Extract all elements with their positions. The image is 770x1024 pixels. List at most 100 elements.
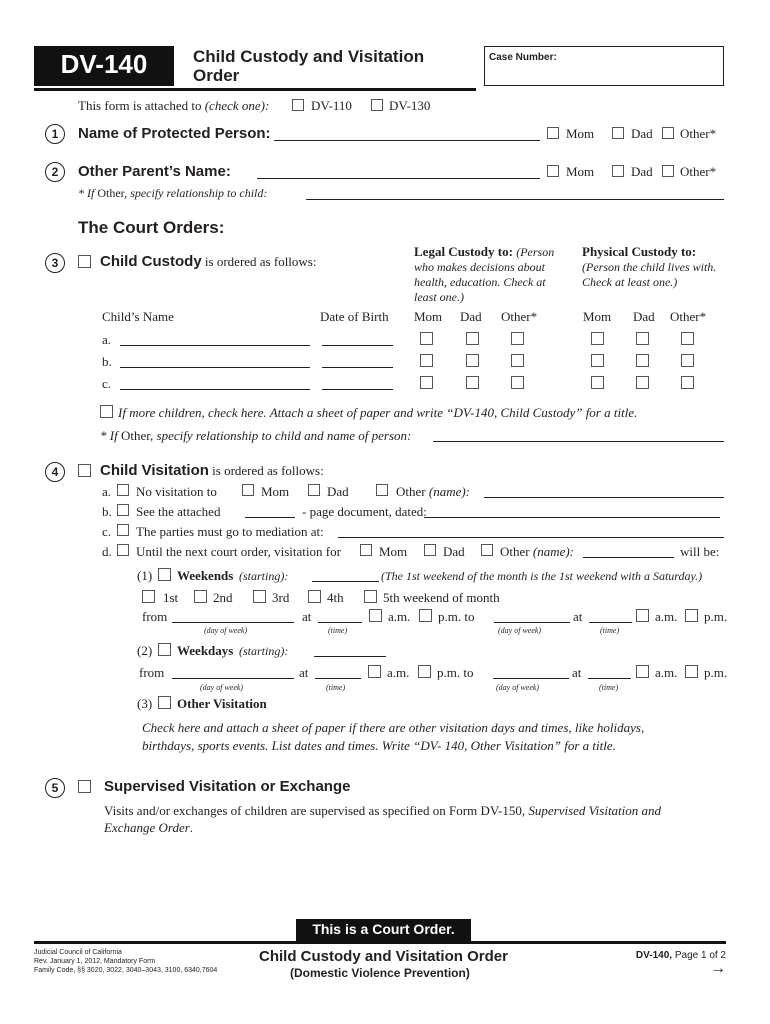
- legal-mom-checkbox[interactable]: [420, 376, 433, 389]
- from-pm-checkbox[interactable]: [419, 609, 432, 622]
- physical-dad-checkbox[interactable]: [636, 376, 649, 389]
- item1-mom-checkbox[interactable]: [547, 127, 559, 139]
- from-am-checkbox[interactable]: [369, 609, 382, 622]
- physical-mom-checkbox[interactable]: [591, 332, 604, 345]
- item3-relationship-input[interactable]: [433, 441, 724, 442]
- weekends-label: Weekends: [177, 568, 234, 583]
- to-time-input[interactable]: [588, 678, 631, 679]
- child-dob-input[interactable]: [322, 367, 393, 368]
- other-visitation-label: Other Visitation: [177, 696, 267, 711]
- from-time-input[interactable]: [315, 678, 361, 679]
- dv130-checkbox[interactable]: [371, 99, 383, 111]
- week-1st-checkbox[interactable]: [142, 590, 155, 603]
- no-visitation-checkbox[interactable]: [117, 484, 129, 496]
- item1-dad-checkbox[interactable]: [612, 127, 624, 139]
- item2-relationship-input[interactable]: [306, 199, 724, 200]
- more-children-checkbox[interactable]: [100, 405, 113, 418]
- physical-other-checkbox[interactable]: [681, 332, 694, 345]
- physical-dad-checkbox[interactable]: [636, 354, 649, 367]
- to-am-checkbox[interactable]: [636, 609, 649, 622]
- attached-label: This form is attached to (check one):: [78, 98, 269, 114]
- legal-dad-checkbox[interactable]: [466, 354, 479, 367]
- to-pm-checkbox[interactable]: [685, 609, 698, 622]
- legal-mom-checkbox[interactable]: [420, 332, 433, 345]
- visit-mom-checkbox[interactable]: [360, 544, 372, 556]
- child-name-input[interactable]: [120, 345, 310, 346]
- from-am-checkbox[interactable]: [368, 665, 381, 678]
- row-letter: a.: [102, 332, 112, 347]
- other-parent-input[interactable]: [257, 178, 540, 179]
- protected-person-input[interactable]: [274, 140, 540, 141]
- weekdays-checkbox[interactable]: [158, 643, 171, 656]
- item1-other-checkbox[interactable]: [662, 127, 674, 139]
- dv110-checkbox[interactable]: [292, 99, 304, 111]
- no-visit-dad-checkbox[interactable]: [308, 484, 320, 496]
- attached-label-italic: (check one):: [204, 98, 270, 113]
- from-pm-checkbox[interactable]: [418, 665, 431, 678]
- physical-note-1: (Person the child lives with.: [582, 260, 717, 274]
- footer-form-id: DV-140,: [635, 950, 673, 961]
- legal-note-4: least one.): [414, 290, 464, 304]
- no-visit-mom-checkbox[interactable]: [242, 484, 254, 496]
- from-day-input[interactable]: [172, 678, 294, 679]
- weekdays-starting-input[interactable]: [314, 656, 386, 657]
- physical-other-checkbox[interactable]: [681, 376, 694, 389]
- from-day-input[interactable]: [172, 622, 294, 623]
- to-pm-checkbox[interactable]: [685, 665, 698, 678]
- weekends-checkbox[interactable]: [158, 568, 171, 581]
- legal-other-checkbox[interactable]: [511, 376, 524, 389]
- legal-other-checkbox[interactable]: [511, 354, 524, 367]
- visit-dad-checkbox[interactable]: [424, 544, 436, 556]
- other-visitation-num: (3): [137, 696, 153, 711]
- item3-other-note: * If Other, specify relationship to chil…: [100, 428, 411, 444]
- week-3rd-checkbox[interactable]: [253, 590, 266, 603]
- no-visit-other-name-input[interactable]: [484, 497, 724, 498]
- visit-dad-label: Dad: [443, 544, 465, 559]
- child-name-input[interactable]: [120, 389, 310, 390]
- item2-mom-checkbox[interactable]: [547, 165, 559, 177]
- visit-other-checkbox[interactable]: [481, 544, 493, 556]
- item2-other-checkbox[interactable]: [662, 165, 674, 177]
- legal-other-checkbox[interactable]: [511, 332, 524, 345]
- until-next-order-checkbox[interactable]: [117, 544, 129, 556]
- mediation-checkbox[interactable]: [117, 524, 129, 536]
- supervised-visitation-checkbox[interactable]: [78, 780, 91, 793]
- legal-dad-checkbox[interactable]: [466, 332, 479, 345]
- footer-left-2: Rev. January 1, 2012, Mandatory Form: [34, 958, 156, 965]
- see-attached-label: See the attached: [136, 504, 221, 519]
- child-dob-input[interactable]: [322, 389, 393, 390]
- week-4th-checkbox[interactable]: [308, 590, 321, 603]
- to-day-input[interactable]: [493, 678, 569, 679]
- to-time-caption: (time): [599, 683, 619, 692]
- attached-date-input[interactable]: [424, 517, 720, 518]
- note-asterisk: * If: [78, 186, 95, 200]
- note-other: Other,: [117, 428, 154, 443]
- next-page-arrow-icon[interactable]: →: [710, 960, 726, 978]
- no-visit-other-checkbox[interactable]: [376, 484, 388, 496]
- legal-mom-checkbox[interactable]: [420, 354, 433, 367]
- other-visitation-checkbox[interactable]: [158, 696, 171, 709]
- visit-other-name-input[interactable]: [583, 557, 674, 558]
- to-am-checkbox[interactable]: [636, 665, 649, 678]
- weekends-starting-input[interactable]: [312, 581, 379, 582]
- header-rule: [34, 88, 476, 91]
- to-day-input[interactable]: [494, 622, 570, 623]
- week-2nd-checkbox[interactable]: [194, 590, 207, 603]
- physical-custody-title: Physical Custody to:: [582, 244, 697, 259]
- physical-mom-checkbox[interactable]: [591, 354, 604, 367]
- item2-dad-checkbox[interactable]: [612, 165, 624, 177]
- legal-dad-checkbox[interactable]: [466, 376, 479, 389]
- physical-mom-checkbox[interactable]: [591, 376, 604, 389]
- child-name-input[interactable]: [120, 367, 310, 368]
- see-attached-checkbox[interactable]: [117, 504, 129, 516]
- child-dob-input[interactable]: [322, 345, 393, 346]
- mediation-location-input[interactable]: [338, 537, 724, 538]
- physical-dad-checkbox[interactable]: [636, 332, 649, 345]
- child-custody-checkbox[interactable]: [78, 255, 91, 268]
- physical-other-checkbox[interactable]: [681, 354, 694, 367]
- to-time-input[interactable]: [589, 622, 632, 623]
- child-visitation-checkbox[interactable]: [78, 464, 91, 477]
- from-time-input[interactable]: [318, 622, 362, 623]
- attached-pages-input[interactable]: [245, 517, 295, 518]
- week-5th-checkbox[interactable]: [364, 590, 377, 603]
